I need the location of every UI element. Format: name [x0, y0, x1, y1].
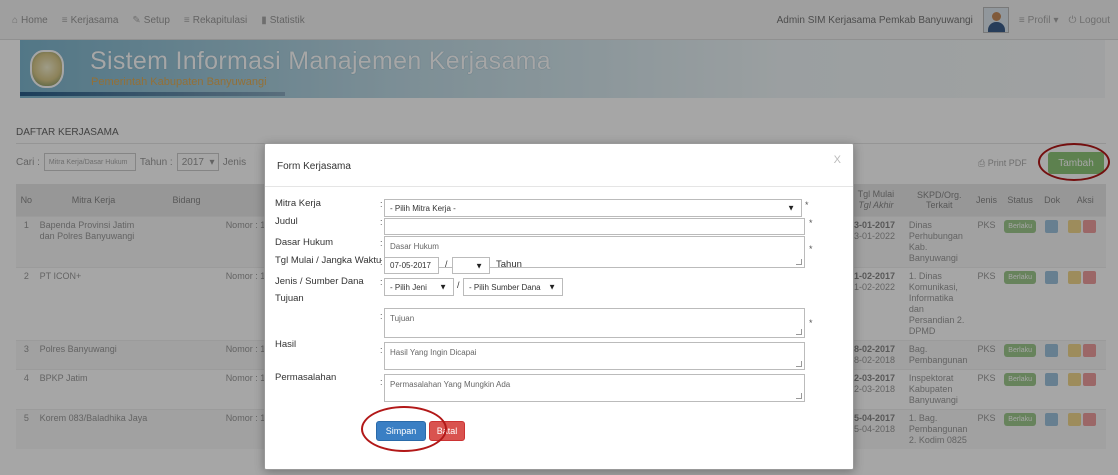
tgl-mulai-input[interactable]: 07-05-2017: [384, 257, 439, 274]
caret-down-icon: ▼: [548, 282, 556, 292]
dasar-label: Dasar Hukum: [275, 237, 334, 248]
hasil-label: Hasil: [275, 339, 297, 350]
colon: :: [380, 238, 383, 248]
jenis-select-value: - Pilih Jeni: [390, 282, 427, 292]
hasil-textarea[interactable]: Hasil Yang Ingin Dicapai: [384, 342, 805, 370]
tujuan-label: Tujuan: [275, 293, 304, 304]
modal-title: Form Kerjasama: [277, 161, 351, 172]
permasalahan-label: Permasalahan: [275, 372, 337, 383]
tujuan-placeholder: Tujuan: [390, 314, 415, 323]
required-mark: *: [805, 200, 809, 210]
mitra-select[interactable]: - Pilih Mitra Kerja - ▼: [384, 199, 802, 217]
highlight-circle: [361, 406, 447, 452]
close-icon[interactable]: X: [834, 154, 841, 166]
required-mark: *: [809, 244, 813, 254]
caret-down-icon: ▼: [439, 282, 447, 292]
slash: /: [457, 280, 460, 290]
tujuan-textarea[interactable]: Tujuan: [384, 308, 805, 338]
resize-handle[interactable]: [796, 393, 802, 399]
mitra-select-value: - Pilih Mitra Kerja -: [390, 203, 456, 213]
tgl-label: Tgl Mulai / Jangka Waktu: [275, 255, 382, 266]
required-mark: *: [809, 218, 813, 228]
dasar-placeholder: Dasar Hukum: [390, 242, 439, 251]
resize-handle[interactable]: [796, 361, 802, 367]
form-kerjasama-modal: Form Kerjasama X Mitra Kerja : - Pilih M…: [264, 143, 854, 470]
modal-divider: [265, 186, 853, 187]
jangka-waktu-select[interactable]: ▼: [452, 257, 490, 274]
resize-handle[interactable]: [796, 329, 802, 335]
jenis-select[interactable]: - Pilih Jeni ▼: [384, 278, 454, 296]
tahun-text: Tahun: [496, 259, 522, 270]
judul-label: Judul: [275, 216, 298, 227]
colon: :: [380, 377, 383, 387]
colon: :: [380, 311, 383, 321]
hasil-placeholder: Hasil Yang Ingin Dicapai: [390, 348, 477, 357]
colon: :: [380, 345, 383, 355]
judul-input[interactable]: [384, 218, 805, 235]
permasalahan-placeholder: Permasalahan Yang Mungkin Ada: [390, 380, 511, 389]
jenis-sumber-label: Jenis / Sumber Dana: [275, 276, 364, 287]
slash: /: [445, 259, 448, 269]
required-mark: *: [809, 318, 813, 328]
colon: :: [380, 217, 383, 227]
resize-handle[interactable]: [796, 259, 802, 265]
sumber-dana-select[interactable]: - Pilih Sumber Dana ▼: [463, 278, 563, 296]
permasalahan-textarea[interactable]: Permasalahan Yang Mungkin Ada: [384, 374, 805, 402]
colon: :: [380, 277, 383, 287]
colon: :: [380, 199, 383, 209]
sumber-select-value: - Pilih Sumber Dana: [469, 282, 541, 292]
caret-down-icon: ▼: [787, 203, 795, 213]
mitra-label: Mitra Kerja: [275, 198, 321, 209]
caret-down-icon: ▼: [475, 261, 483, 270]
colon: :: [380, 257, 383, 267]
